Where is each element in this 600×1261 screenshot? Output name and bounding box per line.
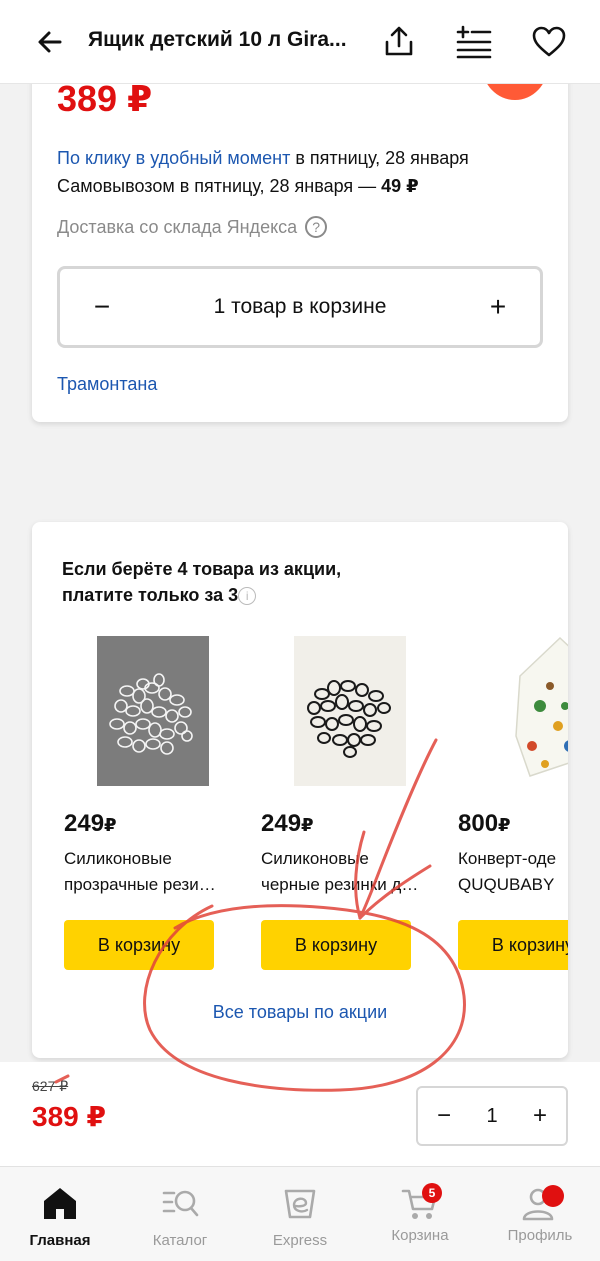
quantity-increase-button[interactable]: + bbox=[530, 1102, 550, 1130]
favorite-heart-icon[interactable] bbox=[531, 24, 567, 60]
delivery-date: в пятницу, 28 января bbox=[290, 148, 469, 168]
offer-card: 389 ₽ По клику в удобный момент в пятниц… bbox=[32, 60, 568, 422]
product-name-line1[interactable]: Конверт-оде bbox=[458, 846, 568, 871]
tab-express[interactable]: Express bbox=[240, 1185, 360, 1249]
product-name-line1[interactable]: Силиконовые bbox=[64, 846, 244, 871]
pickup-text: Самовывозом в пятницу, 28 января — bbox=[57, 176, 382, 196]
add-to-cart-button[interactable]: В корзину bbox=[458, 920, 568, 970]
promo-products: 249₽ Силиконовые прозрачные рези… В корз… bbox=[64, 636, 568, 976]
quantity-value: 1 bbox=[486, 1104, 498, 1127]
current-price: 389 ₽ bbox=[32, 1101, 106, 1132]
promo-title: Если берёте 4 товара из акции, платите т… bbox=[62, 556, 382, 608]
product-name-line2[interactable]: прозрачные рези… bbox=[64, 872, 244, 897]
cart-status[interactable]: 1 товар в корзине bbox=[214, 295, 387, 319]
top-bar: Ящик детский 10 л Gira... bbox=[0, 0, 600, 84]
all-promo-products-link[interactable]: Все товары по акции bbox=[32, 1002, 568, 1023]
cart-count-badge: 5 bbox=[422, 1183, 442, 1203]
tab-label: Профиль bbox=[507, 1227, 573, 1244]
add-to-cart-button[interactable]: В корзину bbox=[261, 920, 411, 970]
express-icon bbox=[284, 1189, 316, 1219]
help-icon[interactable]: ? bbox=[305, 216, 328, 238]
share-icon[interactable] bbox=[381, 24, 417, 60]
promo-title-text: Если берёте 4 товара из акции, платите т… bbox=[62, 559, 342, 605]
catalog-search-icon bbox=[162, 1190, 199, 1217]
product-price: 249₽ bbox=[261, 810, 314, 838]
product-price-value: 249 bbox=[261, 810, 302, 837]
product-price-currency: ₽ bbox=[301, 815, 314, 835]
quantity-decrease-button[interactable]: − bbox=[434, 1102, 454, 1130]
add-to-list-icon[interactable] bbox=[456, 24, 492, 60]
tab-label: Каталог bbox=[152, 1232, 208, 1249]
notification-dot bbox=[542, 1185, 564, 1207]
product-name-line2[interactable]: QUQUBABY bbox=[458, 872, 568, 897]
promo-card: Если берёте 4 товара из акции, платите т… bbox=[32, 522, 568, 1058]
pickup-price: 49 ₽ bbox=[381, 176, 419, 196]
bottom-tab-bar: Главная Каталог Express 5 Корзина Профил… bbox=[0, 1166, 600, 1261]
product-price-currency: ₽ bbox=[104, 815, 117, 835]
tab-label: Express bbox=[272, 1232, 328, 1249]
cart-control: − 1 товар в корзине + bbox=[57, 266, 543, 348]
tab-profile[interactable]: Профиль bbox=[480, 1185, 600, 1244]
product-image-black-bands[interactable] bbox=[294, 636, 406, 786]
delivery-info: По клику в удобный момент в пятницу, 28 … bbox=[57, 144, 469, 200]
product-price: 800₽ bbox=[458, 810, 511, 838]
product-name-line1[interactable]: Силиконовые bbox=[261, 846, 441, 871]
quantity-stepper: − 1 + bbox=[416, 1086, 568, 1146]
info-icon[interactable]: i bbox=[238, 587, 257, 606]
product-price-currency: ₽ bbox=[498, 815, 511, 835]
product-price: 249₽ bbox=[64, 810, 117, 838]
product-image-clear-bands[interactable] bbox=[97, 636, 209, 786]
add-to-cart-button[interactable]: В корзину bbox=[64, 920, 214, 970]
product-price-value: 800 bbox=[458, 810, 499, 837]
warehouse-info: Доставка со склада Яндекса ? bbox=[57, 216, 328, 238]
tab-label: Корзина bbox=[391, 1227, 449, 1244]
seller-link[interactable]: Трамонтана bbox=[57, 374, 157, 395]
cart-decrease-button[interactable]: − bbox=[90, 291, 114, 323]
sticky-price-bar: 627 ₽ 389 ₽ − 1 + bbox=[0, 1062, 600, 1166]
old-price: 627 ₽ bbox=[32, 1078, 69, 1094]
tab-home[interactable]: Главная bbox=[0, 1185, 120, 1249]
warehouse-text: Доставка со склада Яндекса bbox=[57, 216, 298, 237]
tab-catalog[interactable]: Каталог bbox=[120, 1185, 240, 1249]
product-image-swaddle[interactable] bbox=[510, 636, 568, 786]
offer-price: 389 ₽ bbox=[57, 78, 153, 119]
profile-icon-wrap bbox=[520, 1185, 564, 1221]
product-price-value: 249 bbox=[64, 810, 105, 837]
product-name-line2[interactable]: черные резинки д… bbox=[261, 872, 441, 897]
delivery-link[interactable]: По клику в удобный момент bbox=[57, 148, 290, 168]
back-arrow-icon[interactable] bbox=[34, 26, 66, 58]
cart-icon-wrap: 5 bbox=[400, 1183, 442, 1221]
tab-cart[interactable]: 5 Корзина bbox=[360, 1183, 480, 1244]
tab-label: Главная bbox=[29, 1232, 91, 1249]
product-page: { "header": { "title": "Ящик детский 10 … bbox=[0, 0, 600, 1261]
page-title: Ящик детский 10 л Gira... bbox=[88, 28, 347, 51]
home-icon bbox=[44, 1188, 76, 1219]
cart-increase-button[interactable]: + bbox=[486, 291, 510, 323]
